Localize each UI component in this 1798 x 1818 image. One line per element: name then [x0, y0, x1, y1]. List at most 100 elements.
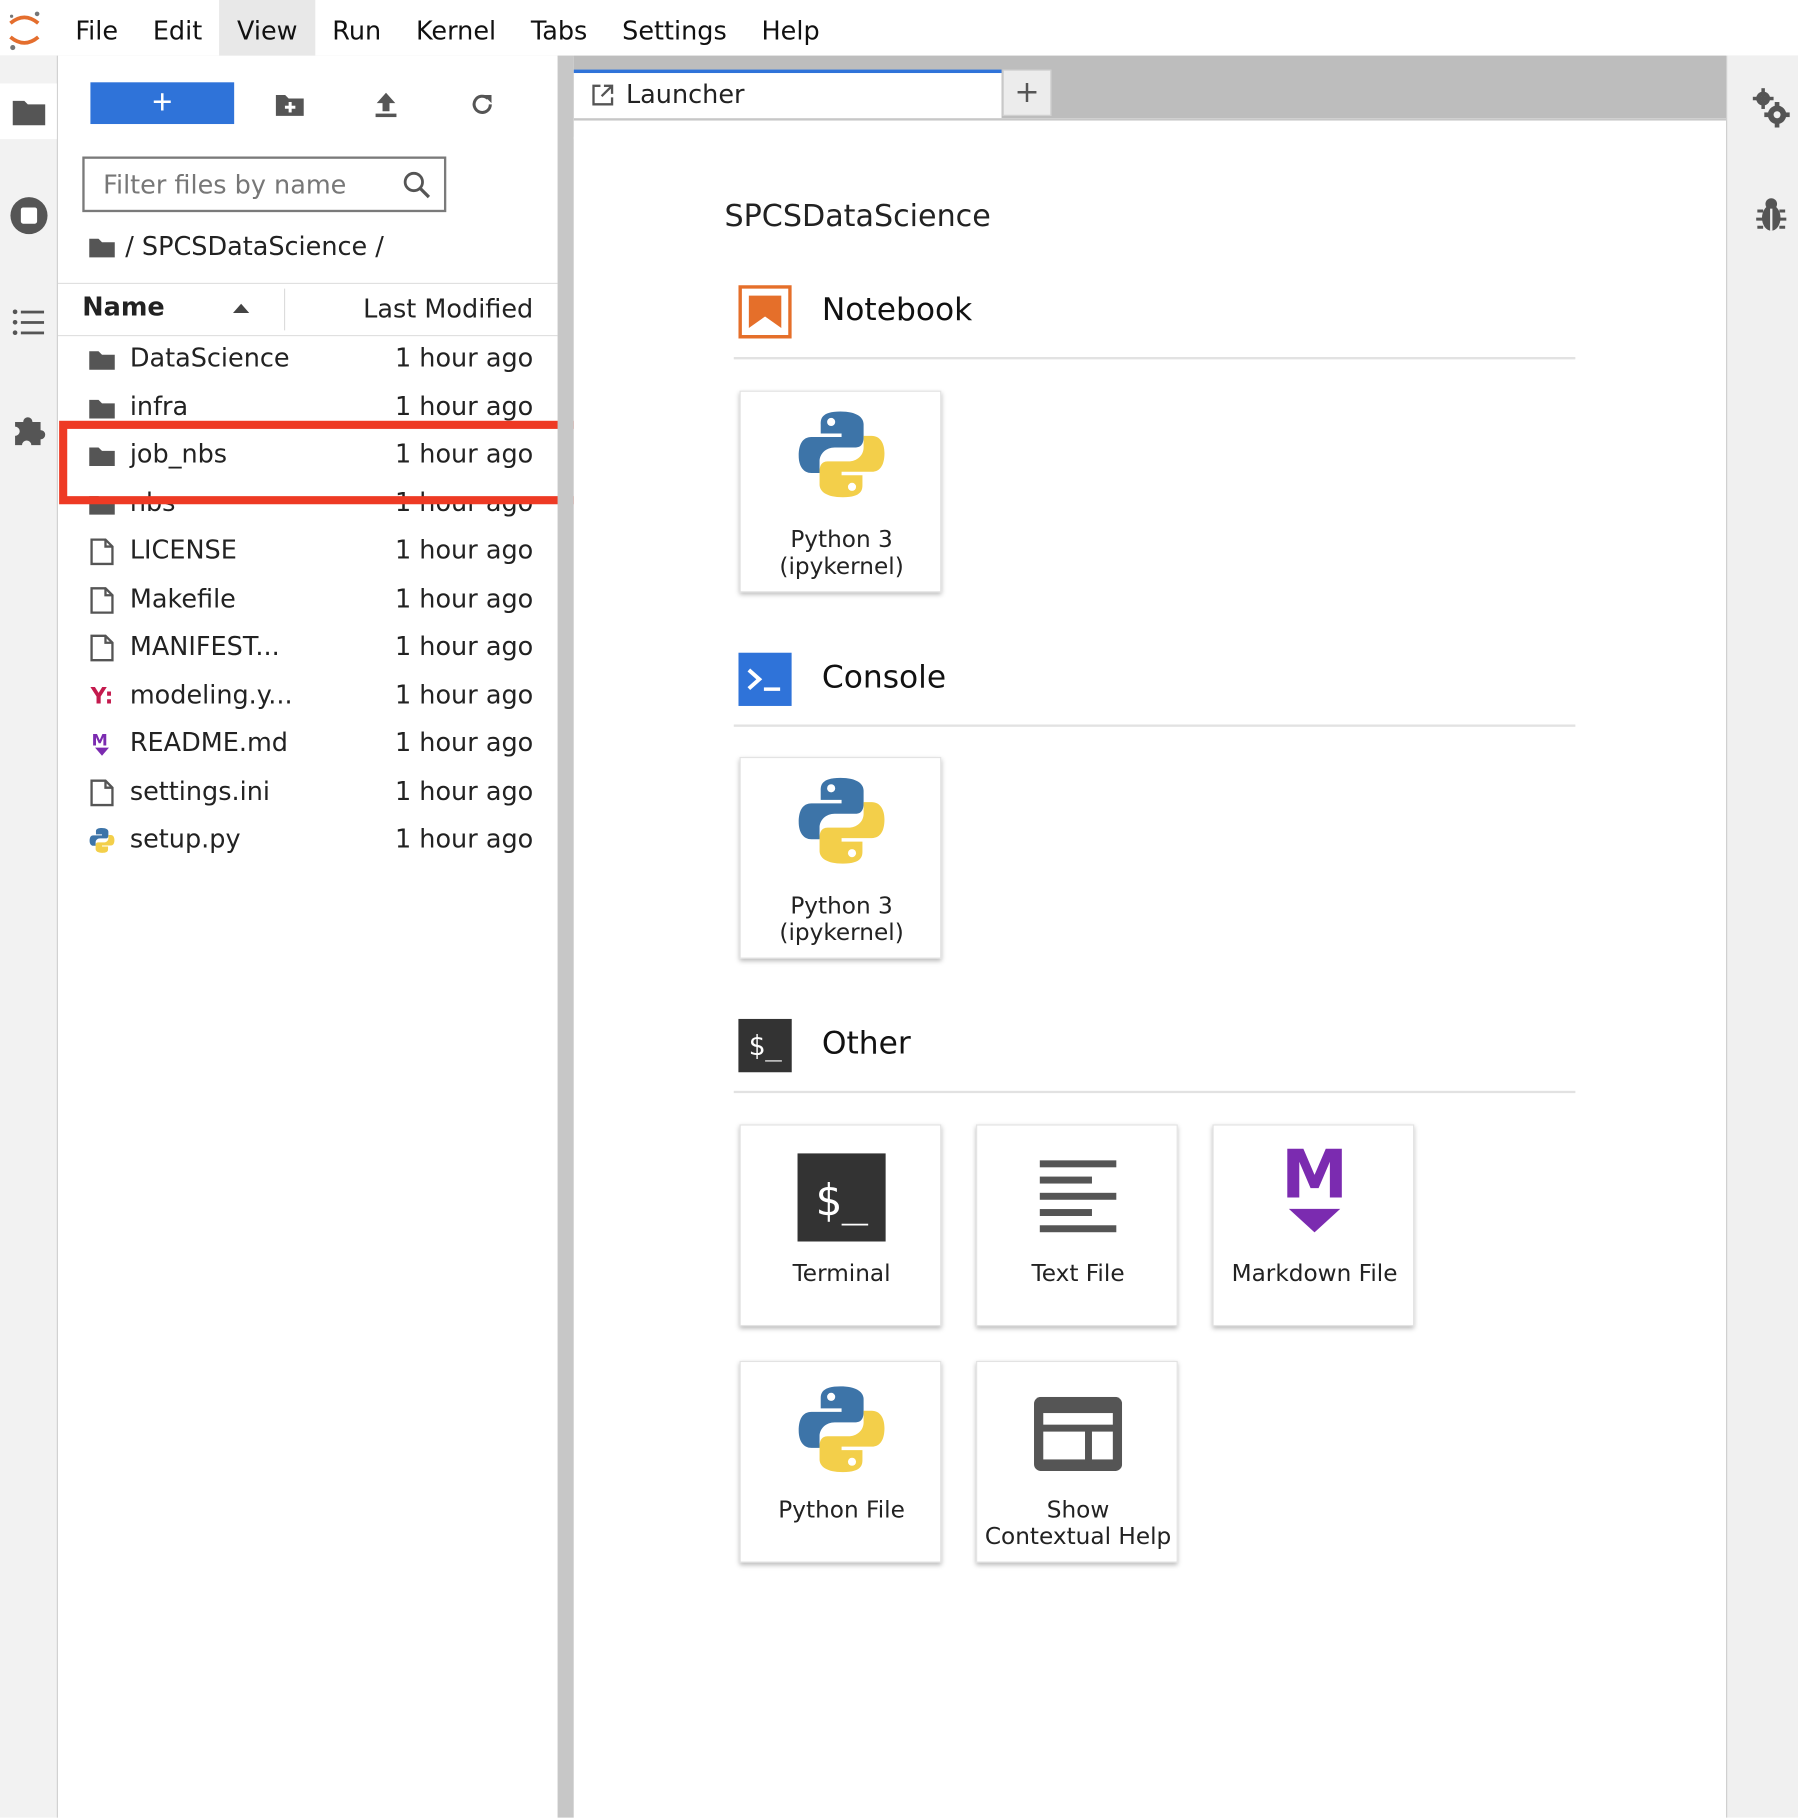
- sort-ascending-icon[interactable]: [232, 303, 251, 315]
- terminal-card[interactable]: $_ Terminal: [739, 1124, 942, 1327]
- card-label: Python File: [778, 1495, 905, 1524]
- markdown-file-card[interactable]: M Markdown File: [1212, 1124, 1415, 1327]
- file-browser-tab[interactable]: [0, 83, 57, 140]
- file-modified: 1 hour ago: [394, 681, 534, 711]
- new-launcher-button[interactable]: +: [90, 82, 235, 125]
- text-file-icon: [1032, 1151, 1125, 1244]
- notebook-python3-card[interactable]: Python 3 (ipykernel): [739, 390, 942, 593]
- file-row[interactable]: setup.py 1 hour ago: [58, 816, 558, 864]
- home-folder-icon[interactable]: [88, 235, 116, 258]
- file-row[interactable]: Y: modeling.y... 1 hour ago: [58, 672, 558, 720]
- extension-manager-tab[interactable]: [0, 401, 57, 457]
- last-modified-column-header[interactable]: Last Modified: [363, 296, 533, 325]
- menu-run[interactable]: Run: [315, 0, 399, 56]
- terminal-icon: $_: [738, 1018, 792, 1073]
- stop-circle-icon: [9, 197, 47, 235]
- notebook-icon: [738, 285, 792, 339]
- new-folder-icon: [275, 95, 304, 116]
- yaml-file-icon: Y:: [90, 683, 114, 709]
- refresh-icon: [472, 94, 492, 114]
- file-name: README.md: [129, 729, 289, 759]
- file-row[interactable]: Makefile 1 hour ago: [58, 576, 558, 624]
- property-inspector-tab[interactable]: [1752, 88, 1790, 132]
- left-sidebar-tabs: [0, 55, 58, 1818]
- tab-launcher-label: Launcher: [625, 81, 745, 111]
- file-row[interactable]: LICENSE 1 hour ago: [58, 527, 558, 575]
- breadcrumb-path[interactable]: / SPCSDataScience /: [125, 232, 384, 261]
- svg-text:M: M: [92, 730, 108, 749]
- terminal-icon: $_: [795, 1151, 888, 1244]
- file-modified: 1 hour ago: [394, 584, 534, 614]
- other-section-label: Other: [821, 1025, 911, 1062]
- table-of-contents-tab[interactable]: [0, 294, 57, 350]
- card-label: Python 3 (ipykernel): [779, 891, 904, 946]
- folder-icon: [12, 100, 45, 126]
- file-name: LICENSE: [129, 536, 237, 566]
- file-modified: 1 hour ago: [394, 536, 534, 566]
- console-python3-card[interactable]: Python 3 (ipykernel): [739, 756, 942, 959]
- console-section-header: Console: [733, 643, 1576, 727]
- python-logo-icon: [795, 1383, 888, 1476]
- list-icon: [12, 309, 44, 336]
- running-sessions-tab[interactable]: [0, 188, 57, 244]
- card-label: Markdown File: [1231, 1258, 1398, 1287]
- show-contextual-help-card[interactable]: Show Contextual Help: [976, 1360, 1178, 1563]
- highlight-box: [59, 420, 600, 505]
- menu-help[interactable]: Help: [744, 0, 837, 56]
- card-label: Show Contextual Help: [984, 1495, 1172, 1550]
- text-file-card[interactable]: Text File: [976, 1124, 1178, 1327]
- jupyter-logo-icon[interactable]: [7, 9, 42, 51]
- filter-files-input[interactable]: [100, 168, 396, 203]
- file-modified: 1 hour ago: [394, 777, 534, 807]
- file-modified: 1 hour ago: [394, 729, 534, 759]
- notebook-section-label: Notebook: [821, 292, 973, 329]
- python-file-card[interactable]: Python File: [739, 1360, 942, 1563]
- file-row[interactable]: MANIFEST... 1 hour ago: [58, 624, 558, 672]
- breadcrumb: / SPCSDataScience /: [88, 230, 384, 265]
- file-icon: [88, 586, 116, 614]
- upload-button[interactable]: [365, 83, 407, 125]
- python-logo-icon: [795, 408, 888, 501]
- folder-icon: [88, 394, 116, 422]
- filter-files-field[interactable]: [82, 156, 447, 213]
- tab-launcher[interactable]: Launcher: [573, 69, 1002, 119]
- file-row[interactable]: settings.ini 1 hour ago: [58, 768, 558, 816]
- new-folder-button[interactable]: [269, 83, 311, 125]
- launcher-icon: [592, 84, 614, 106]
- search-icon: [403, 171, 431, 199]
- console-section-label: Console: [821, 659, 947, 696]
- file-browser-panel: + Filter files by name / SPCSDataScience…: [57, 55, 558, 1818]
- menu-tabs[interactable]: Tabs: [513, 0, 604, 56]
- file-modified: 1 hour ago: [394, 392, 534, 422]
- python-logo-icon: [795, 774, 888, 867]
- markdown-file-icon: M: [88, 730, 116, 758]
- menu-bar: File Edit View Run Kernel Tabs Settings …: [0, 0, 1798, 57]
- file-name: MANIFEST...: [129, 632, 280, 662]
- bug-icon: [1756, 198, 1787, 231]
- file-list: DataScience 1 hour ago infra 1 hour ago job_…: [58, 335, 558, 864]
- file-modified: 1 hour ago: [394, 825, 534, 855]
- panel-splitter[interactable]: [557, 55, 574, 1818]
- menu-kernel[interactable]: Kernel: [399, 0, 514, 56]
- refresh-button[interactable]: [461, 83, 503, 125]
- puzzle-piece-icon: [14, 417, 45, 446]
- upload-icon: [375, 92, 397, 118]
- file-modified: 1 hour ago: [394, 632, 534, 662]
- column-separator[interactable]: [284, 288, 286, 331]
- file-row[interactable]: M README.md 1 hour ago: [58, 720, 558, 768]
- file-row[interactable]: DataScience 1 hour ago: [58, 335, 558, 383]
- file-name: settings.ini: [129, 777, 270, 807]
- card-label: Text File: [1031, 1258, 1125, 1287]
- python-file-icon: [88, 827, 116, 855]
- menu-edit[interactable]: Edit: [135, 0, 219, 56]
- file-name: modeling.y...: [129, 681, 293, 711]
- menu-view[interactable]: View: [219, 0, 315, 56]
- menu-settings[interactable]: Settings: [605, 0, 744, 56]
- gears-icon: [1752, 88, 1790, 128]
- debugger-tab[interactable]: [1755, 197, 1787, 239]
- new-tab-button[interactable]: +: [1002, 69, 1052, 116]
- menu-file[interactable]: File: [58, 0, 135, 56]
- menu-list: File Edit View Run Kernel Tabs Settings …: [58, 0, 837, 56]
- other-section-header: $_ Other: [733, 1010, 1576, 1094]
- name-column-header[interactable]: Name: [82, 293, 164, 322]
